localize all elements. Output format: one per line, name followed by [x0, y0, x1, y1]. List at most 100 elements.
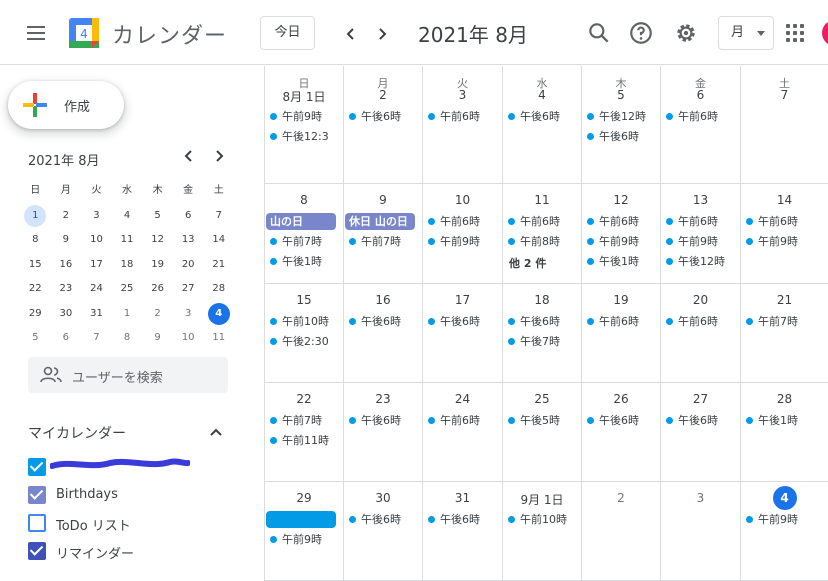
help-icon[interactable]: [628, 20, 654, 46]
day-cell[interactable]: 水 4 午後6時: [503, 66, 582, 183]
mini-day[interactable]: 29: [20, 302, 51, 327]
mini-day[interactable]: 8: [20, 228, 51, 253]
day-cell[interactable]: 26 午後6時: [582, 383, 661, 481]
timed-event[interactable]: 午後6時: [349, 313, 419, 331]
mini-day[interactable]: 4: [203, 302, 234, 327]
day-cell[interactable]: 土7: [741, 66, 828, 183]
day-number[interactable]: 29: [265, 491, 343, 505]
timed-event[interactable]: 午前6時: [508, 213, 578, 231]
day-cell[interactable]: 11 午前6時 午前8時他 2 件: [503, 184, 582, 283]
day-cell[interactable]: 21 午前7時: [741, 284, 828, 382]
day-cell[interactable]: 29 午前9時: [265, 482, 344, 580]
timed-event[interactable]: 午前7時: [270, 412, 340, 430]
day-number[interactable]: 5: [582, 88, 660, 102]
day-cell[interactable]: 12 午前6時 午前9時 午後1時: [582, 184, 661, 283]
mini-day[interactable]: 8: [112, 326, 143, 351]
day-cell[interactable]: 22 午前7時午前11時: [265, 383, 344, 481]
day-cell[interactable]: 木 5 午後12時 午後6時: [582, 66, 661, 183]
day-number[interactable]: 18: [503, 293, 581, 307]
mini-day[interactable]: 11: [203, 326, 234, 351]
day-number[interactable]: 19: [582, 293, 660, 307]
day-cell[interactable]: 4 午前9時: [741, 482, 828, 580]
mini-day[interactable]: 13: [173, 228, 204, 253]
day-number[interactable]: 25: [503, 392, 581, 406]
mini-day[interactable]: 9: [51, 228, 82, 253]
google-apps-icon[interactable]: [786, 24, 804, 42]
all-day-event-chip[interactable]: 休日 山の日: [345, 213, 415, 230]
day-cell[interactable]: 8 山の日 午前7時 午後1時: [265, 184, 344, 283]
mini-day[interactable]: 5: [142, 204, 173, 229]
mini-day[interactable]: 30: [51, 302, 82, 327]
timed-event[interactable]: 午後12:3: [270, 128, 340, 146]
timed-event[interactable]: 午後1時: [270, 253, 340, 271]
day-cell[interactable]: 20 午前6時: [661, 284, 741, 382]
day-number[interactable]: 16: [344, 293, 422, 307]
timed-event[interactable]: 午後6時: [587, 412, 657, 430]
mini-day[interactable]: 2: [142, 302, 173, 327]
timed-event[interactable]: 午後6時: [349, 412, 419, 430]
timed-event[interactable]: 午後12時: [587, 108, 657, 126]
timed-event[interactable]: 午後6時: [587, 128, 657, 146]
mini-day[interactable]: 19: [142, 253, 173, 278]
calendar-checkbox[interactable]: [28, 458, 46, 476]
timed-event[interactable]: 午前9時: [746, 233, 816, 251]
day-number[interactable]: 6: [661, 88, 740, 102]
mini-day[interactable]: 21: [203, 253, 234, 278]
day-number[interactable]: 26: [582, 392, 660, 406]
mini-day[interactable]: 9: [142, 326, 173, 351]
more-events-link[interactable]: 他 2 件: [509, 255, 546, 271]
day-number[interactable]: 21: [741, 293, 828, 307]
day-cell[interactable]: 金 6 午前6時: [661, 66, 741, 183]
timed-event[interactable]: 午前9時: [746, 511, 816, 529]
day-number[interactable]: 12: [582, 193, 660, 207]
mini-day[interactable]: 20: [173, 253, 204, 278]
day-cell[interactable]: 28 午後1時: [741, 383, 828, 481]
day-cell[interactable]: 3: [661, 482, 741, 580]
day-number[interactable]: 8: [265, 193, 343, 207]
timed-event[interactable]: 午後2:30: [270, 333, 340, 351]
today-button[interactable]: 今日: [260, 16, 315, 50]
timed-event[interactable]: 午前11時: [270, 432, 340, 450]
day-number[interactable]: 10: [423, 193, 502, 207]
day-cell[interactable]: 18 午後6時 午後7時: [503, 284, 582, 382]
timed-event[interactable]: 午後5時: [508, 412, 578, 430]
day-cell[interactable]: 30 午後6時: [344, 482, 423, 580]
timed-event[interactable]: 午前9時: [428, 233, 498, 251]
mini-day[interactable]: 10: [81, 228, 112, 253]
timed-event[interactable]: 午前6時: [428, 108, 498, 126]
timed-event[interactable]: 午後6時: [349, 511, 419, 529]
day-number[interactable]: 8月 1日: [265, 88, 343, 105]
mini-day[interactable]: 2: [51, 204, 82, 229]
calendar-list-item[interactable]: Birthdays: [28, 484, 248, 506]
calendar-list-item[interactable]: [28, 456, 248, 478]
mini-day[interactable]: 22: [20, 277, 51, 302]
calendar-list-item[interactable]: ToDo リスト: [28, 512, 248, 534]
mini-day[interactable]: 5: [20, 326, 51, 351]
timed-event[interactable]: 午後6時: [349, 108, 419, 126]
day-number[interactable]: 15: [265, 293, 343, 307]
timed-event[interactable]: 午前6時: [666, 108, 736, 126]
day-cell[interactable]: 31 午後6時: [423, 482, 503, 580]
timed-event[interactable]: 午前6時: [587, 213, 657, 231]
calendar-checkbox[interactable]: [28, 514, 46, 532]
timed-event[interactable]: 午前10時: [508, 511, 578, 529]
mini-day[interactable]: 6: [51, 326, 82, 351]
day-number[interactable]: 3: [423, 88, 502, 102]
day-number[interactable]: 17: [423, 293, 502, 307]
create-event-button[interactable]: 作成: [8, 81, 124, 129]
day-number[interactable]: 4: [503, 88, 581, 102]
mini-day[interactable]: 16: [51, 253, 82, 278]
mini-day[interactable]: 12: [142, 228, 173, 253]
account-avatar[interactable]: [822, 20, 828, 46]
timed-event[interactable]: 午前7時: [270, 233, 340, 251]
day-cell[interactable]: 27 午後6時: [661, 383, 741, 481]
previous-month-button[interactable]: [337, 19, 365, 47]
timed-event[interactable]: 午前7時: [349, 233, 419, 251]
timed-event[interactable]: 午前8時: [508, 233, 578, 251]
mini-next-month-button[interactable]: [209, 148, 229, 168]
timed-event[interactable]: 午後12時: [666, 253, 736, 271]
calendar-list-item[interactable]: リマインダー: [28, 540, 248, 562]
day-number[interactable]: 22: [265, 392, 343, 406]
day-cell[interactable]: 13 午前6時 午前9時 午後12時: [661, 184, 741, 283]
day-number[interactable]: 31: [423, 491, 502, 505]
